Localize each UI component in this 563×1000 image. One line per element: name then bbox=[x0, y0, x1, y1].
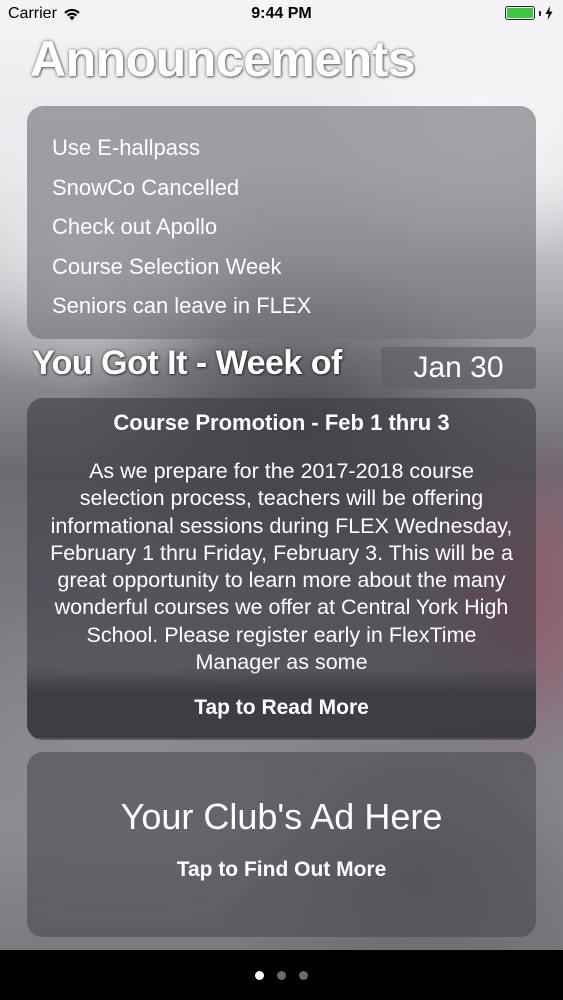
battery-group bbox=[505, 6, 553, 20]
announcement-item[interactable]: Check out Apollo bbox=[52, 207, 511, 247]
charging-bolt-icon bbox=[545, 6, 553, 20]
screen: Carrier 9:44 PM Announcements Use E-hall… bbox=[0, 0, 563, 1000]
announcement-item[interactable]: Seniors can leave in FLEX bbox=[52, 286, 511, 326]
page-dot[interactable] bbox=[277, 970, 286, 980]
promo-body-container: As we prepare for the 2017-2018 course s… bbox=[49, 458, 514, 688]
announcement-item[interactable]: Course Selection Week bbox=[52, 247, 511, 287]
announcements-card[interactable]: Use E-hallpass SnowCo Cancelled Check ou… bbox=[27, 106, 536, 339]
page-title: Announcements bbox=[30, 31, 416, 87]
battery-fill bbox=[507, 8, 533, 18]
promo-title: Course Promotion - Feb 1 thru 3 bbox=[113, 410, 450, 435]
page-control[interactable] bbox=[0, 950, 563, 1000]
battery-cap bbox=[539, 10, 541, 16]
announcement-item[interactable]: Use E-hallpass bbox=[52, 128, 511, 168]
week-badge: Jan 30 bbox=[381, 347, 536, 389]
status-bar: Carrier 9:44 PM bbox=[0, 0, 563, 30]
status-time: 9:44 PM bbox=[251, 5, 312, 22]
page-dot[interactable] bbox=[299, 970, 308, 980]
ad-title: Your Club's Ad Here bbox=[120, 796, 443, 837]
section-heading: You Got It - Week of bbox=[32, 344, 342, 382]
promo-body: As we prepare for the 2017-2018 course s… bbox=[50, 459, 513, 675]
find-out-more-button[interactable]: Tap to Find Out More bbox=[27, 858, 536, 882]
read-more-button[interactable]: Tap to Read More bbox=[27, 696, 536, 720]
promo-card[interactable]: Course Promotion - Feb 1 thru 3 As we pr… bbox=[27, 398, 536, 740]
announcement-item[interactable]: SnowCo Cancelled bbox=[52, 168, 511, 208]
ad-card[interactable]: Your Club's Ad Here Tap to Find Out More bbox=[27, 752, 536, 937]
battery-icon bbox=[505, 6, 535, 20]
page-dot[interactable] bbox=[255, 970, 264, 980]
